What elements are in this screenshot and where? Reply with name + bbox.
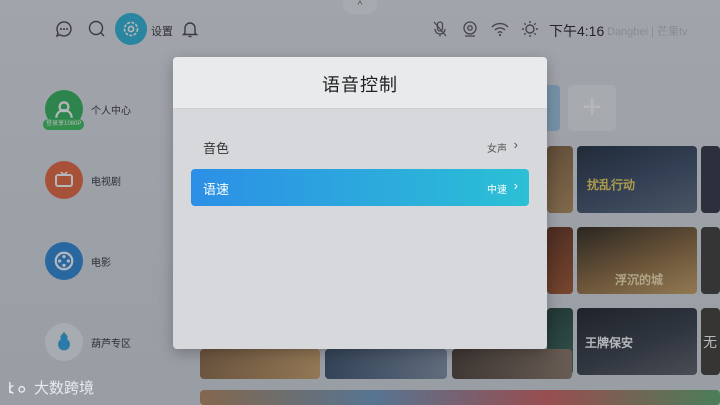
voice-control-dialog: 语音控制 音色 女声 › 语速 中速 › (173, 57, 547, 349)
option-value: 中速 (487, 185, 507, 196)
watermark-text: 大数跨境 (34, 380, 95, 397)
chevron-right-icon: › (513, 178, 518, 193)
option-label: 语速 (203, 182, 230, 197)
watermark-logo-icon (9, 382, 26, 394)
dialog-title: 语音控制 (322, 75, 398, 95)
option-speech-rate[interactable]: 语速 中速 › (191, 169, 529, 206)
option-voice-timbre[interactable]: 音色 女声 › (191, 128, 529, 165)
watermark: 大数跨境 (8, 377, 94, 398)
chevron-right-icon: › (513, 137, 518, 152)
option-label: 音色 (203, 141, 230, 156)
option-value: 女声 (487, 144, 507, 155)
dialog-header: 语音控制 (173, 57, 547, 109)
